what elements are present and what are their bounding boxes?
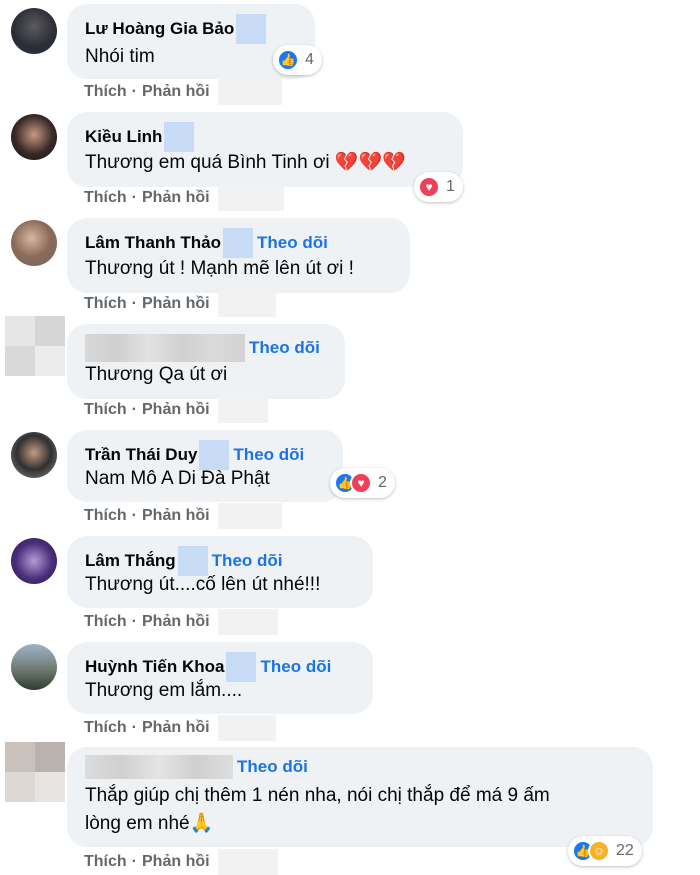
avatar[interactable]	[11, 432, 57, 478]
avatar[interactable]	[5, 316, 65, 376]
comment-bubble: Theo dõi Thương Qa út ơi	[67, 324, 345, 399]
follow-button[interactable]: Theo dõi	[257, 233, 328, 253]
reaction-count: 1	[446, 178, 455, 195]
reply-link[interactable]: Phản hồi	[142, 189, 210, 207]
reaction-count: 4	[305, 51, 314, 68]
comment-text: Thương út ! Mạnh mẽ lên út ơi !	[85, 258, 354, 279]
blurred-timestamp	[217, 79, 282, 105]
avatar[interactable]	[11, 8, 57, 54]
blurred-timestamp	[217, 609, 278, 635]
blurred-timestamp	[217, 397, 268, 423]
blurred-timestamp	[217, 185, 284, 211]
reaction-summary[interactable]: 👍 4	[273, 45, 322, 75]
follow-button[interactable]: Theo dõi	[249, 338, 320, 358]
separator: ·	[131, 613, 137, 630]
reply-link[interactable]: Phản hồi	[142, 295, 210, 313]
care-icon: ☺	[588, 840, 610, 862]
comment-text: Thương em lắm....	[85, 680, 243, 701]
comment-text: Thương em quá Bình Tinh ơi 💔💔💔	[85, 152, 406, 173]
comment-actions: Thích · Phản hồi	[84, 715, 276, 741]
like-icon: 👍	[277, 49, 299, 71]
separator: ·	[131, 189, 137, 206]
commenter-name[interactable]: Huỳnh Tiến Khoa	[85, 657, 224, 677]
comment-bubble: Trần Thái Duy Theo dõi Nam Mô A Di Đà Phậ…	[67, 430, 343, 502]
follow-button[interactable]: Theo dõi	[233, 445, 304, 465]
comment-actions: Thích · Phản hồi	[84, 291, 276, 317]
comment-actions: Thích · Phản hồi	[84, 503, 282, 529]
commenter-name[interactable]: Trần Thái Duy	[85, 445, 197, 465]
like-link[interactable]: Thích	[84, 401, 127, 419]
separator: ·	[131, 83, 137, 100]
comment-bubble: Kiều Linh Thương em quá Bình Tinh ơi 💔💔💔	[67, 112, 463, 187]
separator: ·	[131, 295, 137, 312]
blurred-badge	[236, 14, 267, 44]
comment-text: Thương út....cố lên út nhé!!!	[85, 574, 321, 595]
commenter-name[interactable]: Lâm Thanh Thảo	[85, 233, 221, 253]
comment-text: lòng em nhé🙏	[85, 813, 214, 834]
separator: ·	[131, 853, 137, 870]
comment-bubble: Lâm Thắng Theo dõi Thương út....cố lên út…	[67, 536, 373, 608]
separator: ·	[131, 507, 137, 524]
follow-button[interactable]: Theo dõi	[237, 757, 308, 777]
comment-actions: Thích · Phản hồi	[84, 185, 284, 211]
follow-button[interactable]: Theo dõi	[260, 657, 331, 677]
comment-actions: Thích · Phản hồi	[84, 609, 278, 635]
separator: ·	[131, 719, 137, 736]
commenter-name[interactable]: Kiều Linh	[85, 127, 162, 147]
comment-actions: Thích · Phản hồi	[84, 79, 282, 105]
comment-bubble: Huỳnh Tiến Khoa Theo dõi Thương em lắm...…	[67, 642, 373, 714]
like-link[interactable]: Thích	[84, 507, 127, 525]
like-link[interactable]: Thích	[84, 719, 127, 737]
blurred-timestamp	[217, 291, 276, 317]
blurred-timestamp	[217, 715, 276, 741]
avatar[interactable]	[11, 114, 57, 160]
comment-text: Nhói tim	[85, 46, 155, 67]
reaction-summary[interactable]: 👍 ♥ 2	[330, 468, 395, 498]
love-icon: ♥	[350, 472, 372, 494]
reaction-count: 22	[616, 842, 634, 859]
blurred-timestamp	[217, 849, 278, 875]
reply-link[interactable]: Phản hồi	[142, 401, 210, 419]
reply-link[interactable]: Phản hồi	[142, 853, 210, 871]
comment-actions: Thích · Phản hồi	[84, 397, 268, 423]
reply-link[interactable]: Phản hồi	[142, 719, 210, 737]
like-link[interactable]: Thích	[84, 853, 127, 871]
separator: ·	[131, 401, 137, 418]
like-link[interactable]: Thích	[84, 189, 127, 207]
like-link[interactable]: Thích	[84, 83, 127, 101]
comment-bubble: Lâm Thanh Thảo Theo dõi Thương út ! Mạnh …	[67, 218, 410, 293]
commenter-name[interactable]: Lâm Thắng	[85, 551, 176, 571]
reply-link[interactable]: Phản hồi	[142, 507, 210, 525]
commenter-name[interactable]: Lư Hoàng Gia Bảo	[85, 19, 234, 39]
like-link[interactable]: Thích	[84, 613, 127, 631]
comment-bubble: Theo dõi Thắp giúp chị thêm 1 nén nha, n…	[67, 747, 653, 847]
reaction-count: 2	[378, 474, 387, 491]
avatar[interactable]	[11, 538, 57, 584]
avatar[interactable]	[11, 220, 57, 266]
reaction-summary[interactable]: ♥ 1	[414, 172, 463, 202]
reaction-summary[interactable]: 👍 ☺ 22	[568, 836, 642, 866]
comment-text: Thương Qa út ơi	[85, 364, 228, 385]
reply-link[interactable]: Phản hồi	[142, 83, 210, 101]
love-icon: ♥	[418, 176, 440, 198]
blurred-name	[85, 334, 245, 362]
avatar[interactable]	[11, 644, 57, 690]
like-link[interactable]: Thích	[84, 295, 127, 313]
follow-button[interactable]: Theo dõi	[212, 551, 283, 571]
reply-link[interactable]: Phản hồi	[142, 613, 210, 631]
comment-text: Nam Mô A Di Đà Phật	[85, 468, 270, 489]
comment-actions: Thích · Phản hồi	[84, 849, 278, 875]
avatar[interactable]	[5, 742, 65, 802]
blurred-name	[85, 755, 233, 779]
comment-text: Thắp giúp chị thêm 1 nén nha, nói chị th…	[85, 785, 550, 806]
blurred-timestamp	[217, 503, 282, 529]
